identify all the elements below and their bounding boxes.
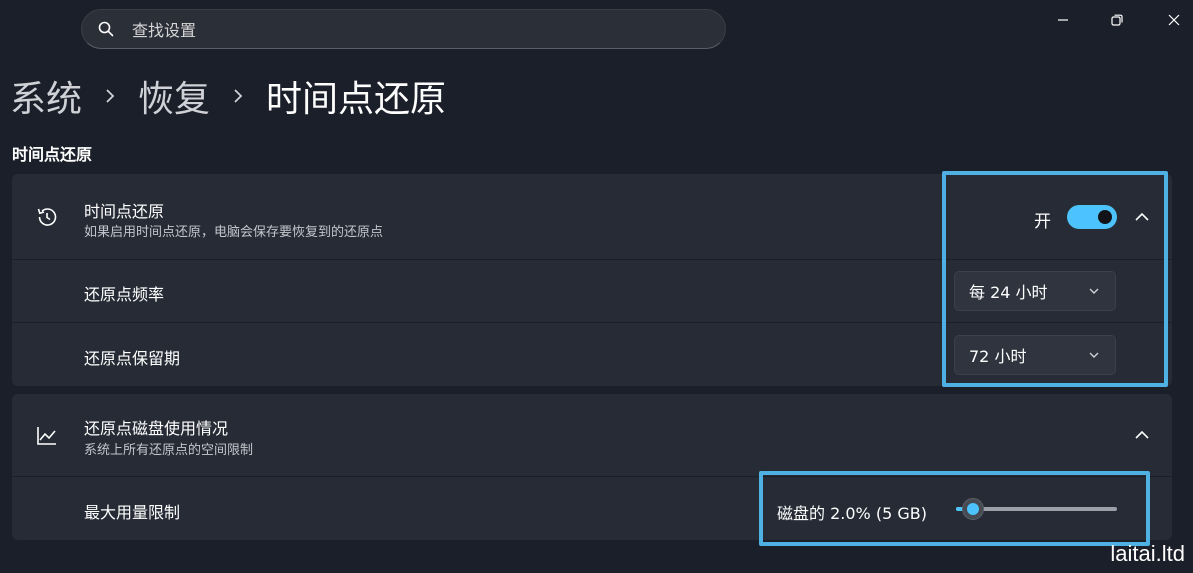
highlight-box-max-usage — [759, 471, 1150, 546]
breadcrumb: 系统 恢复 时间点还原 — [10, 68, 446, 124]
close-icon — [1168, 14, 1180, 26]
disk-subtitle: 系统上所有还原点的空间限制 — [84, 443, 254, 458]
restore-button[interactable] — [1105, 10, 1129, 30]
page-title: 时间点还原 — [266, 79, 447, 120]
section-title: 时间点还原 — [12, 145, 93, 164]
highlight-box-restore-settings — [942, 171, 1168, 387]
watermark: laitai.ltd — [1110, 541, 1185, 566]
search-icon — [96, 19, 116, 39]
search-input[interactable]: 查找设置 — [132, 17, 196, 41]
breadcrumb-item-recovery[interactable]: 恢复 — [138, 70, 210, 122]
restore-window-icon — [1111, 14, 1123, 26]
max-usage-label: 最大用量限制 — [84, 503, 181, 522]
minimize-button[interactable] — [1051, 10, 1075, 30]
restore-subtitle: 如果启用时间点还原，电脑会保存要恢复到的还原点 — [84, 225, 384, 240]
line-chart-icon — [34, 423, 60, 449]
restore-title: 时间点还原 — [84, 202, 165, 221]
chevron-right-icon — [232, 87, 244, 105]
minimize-icon — [1058, 19, 1068, 21]
retention-label: 还原点保留期 — [84, 349, 181, 368]
search-box[interactable]: 查找设置 — [81, 9, 726, 49]
chevron-up-icon[interactable] — [1133, 426, 1151, 444]
breadcrumb-item-system[interactable]: 系统 — [10, 70, 82, 122]
disk-title: 还原点磁盘使用情况 — [84, 419, 229, 438]
frequency-label: 还原点频率 — [84, 285, 165, 304]
close-button[interactable] — [1162, 10, 1186, 30]
history-icon — [34, 204, 60, 230]
chevron-right-icon — [104, 87, 116, 105]
disk-header-row[interactable]: 还原点磁盘使用情况 系统上所有还原点的空间限制 — [12, 394, 1172, 477]
